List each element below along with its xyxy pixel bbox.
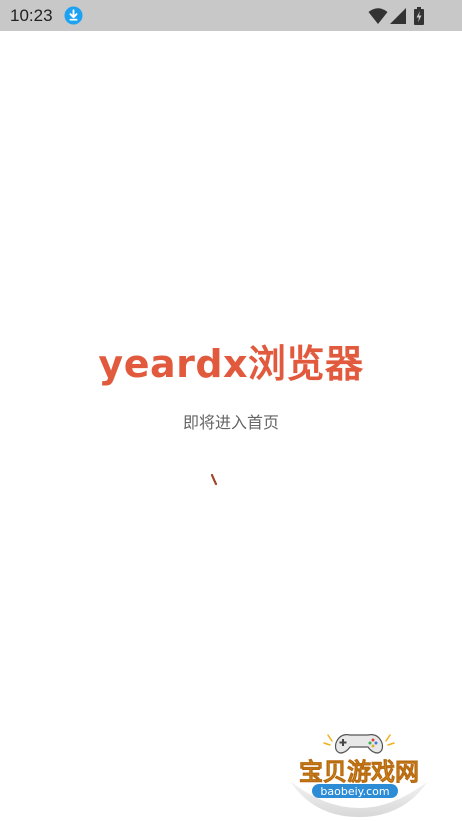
- wifi-icon: [368, 8, 388, 24]
- watermark-logo: 宝贝游戏网 baobeiy.com: [290, 734, 428, 817]
- app-title: yeardx浏览器: [98, 342, 364, 386]
- gamepad-icon: [334, 734, 384, 754]
- status-icons: [368, 7, 428, 25]
- battery-charging-icon: [414, 7, 424, 25]
- watermark-name: 宝贝游戏网: [299, 758, 419, 786]
- status-bar: 10:23: [0, 0, 462, 31]
- loading-spinner: [210, 474, 218, 486]
- status-time: 10:23: [10, 6, 53, 25]
- splash-subtitle: 即将进入首页: [182, 413, 279, 432]
- download-icon: [64, 6, 83, 25]
- watermark-url: baobeiy.com: [320, 785, 389, 798]
- signal-icon: [390, 8, 406, 24]
